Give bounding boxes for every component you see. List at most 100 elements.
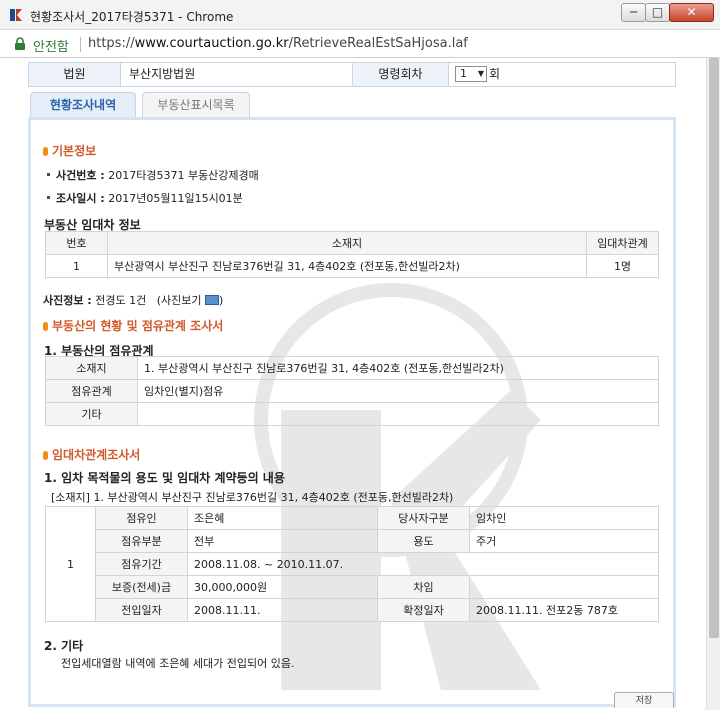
period-label: 점유기간: [95, 552, 188, 576]
row-label-address: 소재지: [45, 356, 138, 380]
case-number-value: 2017타경5371 부동산강제경매: [108, 169, 259, 182]
survey-date-key: 조사일시 :: [56, 192, 105, 205]
etc-text: 전입세대열람 내역에 조은혜 세대가 전입되어 있음.: [61, 657, 295, 670]
secure-label: 안전함: [33, 40, 69, 55]
window-titlebar: 현황조사서_2017타경5371 - Chrome ─ □ ✕: [0, 0, 720, 30]
lease-survey-title: 임대차관계조사서: [43, 446, 140, 463]
col-header-address: 소재지: [107, 231, 587, 255]
url-path: /RetrieveRealEstSaHjosa.laf: [288, 36, 468, 51]
row-label-etc: 기타: [45, 402, 138, 426]
deposit-value: 30,000,000원: [187, 575, 378, 599]
address-divider: [80, 37, 81, 52]
lease-location: [소재지] 1. 부산광역시 부산진구 진남로376번길 31, 4층402호 …: [51, 491, 454, 504]
page-content: 법원 부산지방법원 명령회차 1 ▼ 회 현황조사내역 부동산표시목록 기본정보 …: [0, 58, 720, 710]
window-title: 현황조사서_2017타경5371 - Chrome: [30, 10, 234, 24]
bullet-icon: [47, 196, 50, 199]
bullet-icon: [47, 173, 50, 176]
survey-date-value: 2017년05월11일15시01분: [108, 192, 243, 205]
use-value: 주거: [469, 529, 659, 553]
etc-subhead: 2. 기타: [44, 639, 84, 653]
status-section-title: 부동산의 현황 및 점유관계 조사서: [43, 317, 223, 334]
table-row: 기타: [45, 402, 659, 426]
case-number-line: 사건번호 : 2017타경5371 부동산강제경매: [47, 167, 259, 183]
close-button[interactable]: ✕: [669, 3, 714, 22]
url-text[interactable]: https://www.courtauction.go.kr/RetrieveR…: [88, 36, 468, 51]
occupant-label: 점유인: [95, 506, 188, 530]
table-row: 보증(전세)금 30,000,000원 차임: [46, 575, 659, 599]
scrollbar[interactable]: [706, 58, 720, 710]
minimize-button[interactable]: ─: [621, 3, 646, 22]
order-label: 명령회차: [352, 63, 449, 86]
rent-value: [469, 575, 659, 599]
row-label-occupancy: 점유관계: [45, 379, 138, 403]
occupant-value: 조은혜: [187, 506, 378, 530]
url-scheme: https://: [88, 36, 135, 51]
use-label: 용도: [377, 529, 470, 553]
table-row: 점유관계 임차인(별지)점유: [45, 379, 659, 403]
row-value-etc: [137, 402, 659, 426]
table-row: 점유기간 2008.11.08. ~ 2010.11.07.: [46, 552, 659, 576]
court-value: 부산지방법원: [129, 67, 196, 81]
party-value: 임차인: [469, 506, 659, 530]
deposit-label: 보증(전세)금: [95, 575, 188, 599]
photo-info-key: 사진정보 :: [43, 294, 92, 307]
tab-property-list[interactable]: 부동산표시목록: [142, 92, 250, 117]
address-bar[interactable]: 안전함 https://www.courtauction.go.kr/Retri…: [0, 30, 720, 58]
survey-date-line: 조사일시 : 2017년05월11일15시01분: [47, 190, 243, 206]
basic-info-title: 기본정보: [43, 142, 96, 159]
table-row: 1 부산광역시 부산진구 진남로376번길 31, 4층402호 (전포동,한선…: [45, 254, 659, 278]
col-header-no: 번호: [45, 231, 108, 255]
scrollbar-thumb[interactable]: [709, 58, 719, 638]
save-button[interactable]: 저장: [614, 692, 674, 708]
lease-info-table: 번호 소재지 임대차관계 1 부산광역시 부산진구 진남로376번길 31, 4…: [45, 231, 659, 278]
photo-view-link-text: (사진보기: [156, 294, 202, 307]
basic-info-title-text: 기본정보: [52, 144, 97, 158]
header-table: 법원 부산지방법원 명령회차 1 ▼ 회: [28, 62, 676, 87]
period-value: 2008.11.08. ~ 2010.11.07.: [187, 552, 659, 576]
cell-address: 부산광역시 부산진구 진남로376번길 31, 4층402호 (전포동,한선빌라…: [107, 254, 587, 278]
movein-label: 전입일자: [95, 598, 188, 622]
photo-view-icon[interactable]: [204, 295, 219, 305]
row-value-occupancy: 임차인(별지)점유: [137, 379, 659, 403]
lease-contract-subhead: 1. 임차 목적물의 용도 및 임대차 계약등의 내용: [44, 471, 285, 485]
fixed-date-value: 2008.11.11. 전포2동 787호: [469, 598, 659, 622]
orange-bullet-icon: [43, 451, 48, 460]
court-label: 법원: [29, 63, 121, 86]
orange-bullet-icon: [43, 147, 48, 156]
part-value: 전부: [187, 529, 378, 553]
photo-info-value: 전경도 1건: [95, 294, 147, 307]
order-select[interactable]: 1 ▼: [455, 66, 487, 82]
url-host: www.courtauction.go.kr: [134, 36, 289, 51]
fixed-date-label: 확정일자: [377, 598, 470, 622]
status-section-title-text: 부동산의 현황 및 점유관계 조사서: [52, 319, 224, 333]
cell-no: 1: [45, 254, 108, 278]
photo-info-line: 사진정보 : 전경도 1건 (사진보기 ): [43, 292, 223, 308]
order-unit: 회: [489, 67, 501, 81]
lease-survey-title-text: 임대차관계조사서: [52, 448, 141, 462]
order-select-value: 1: [460, 67, 467, 80]
movein-value: 2008.11.11.: [187, 598, 378, 622]
row-value-address: 1. 부산광역시 부산진구 진남로376번길 31, 4층402호 (전포동,한…: [137, 356, 659, 380]
photo-view-link[interactable]: (사진보기 ): [157, 294, 224, 307]
photo-view-link-end: ): [218, 294, 224, 307]
court-logo-icon: [10, 9, 22, 21]
occupancy-table: 소재지 1. 부산광역시 부산진구 진남로376번길 31, 4층402호 (전…: [45, 356, 659, 426]
table-row: 전입일자 2008.11.11. 확정일자 2008.11.11. 전포2동 7…: [46, 598, 659, 622]
lease-row-no: 1: [45, 506, 96, 622]
cell-relation: 1명: [586, 254, 659, 278]
part-label: 점유부분: [95, 529, 188, 553]
table-row: 1 점유인 조은혜 당사자구분 임차인: [45, 506, 659, 622]
content-panel: 기본정보 사건번호 : 2017타경5371 부동산강제경매 조사일시 : 20…: [28, 117, 676, 707]
dropdown-arrow-icon: ▼: [477, 69, 484, 78]
table-row: 점유부분 전부 용도 주거: [46, 529, 659, 553]
maximize-button[interactable]: □: [645, 3, 670, 22]
orange-bullet-icon: [43, 322, 48, 331]
lease-contract-table: 1 점유인 조은혜 당사자구분 임차인 점유부분 전부 용도 주거 점유기간 2…: [45, 506, 659, 622]
lock-icon: [15, 37, 25, 50]
rent-label: 차임: [377, 575, 470, 599]
tab-survey-details[interactable]: 현황조사내역: [30, 92, 136, 117]
case-number-key: 사건번호 :: [56, 169, 105, 182]
party-label: 당사자구분: [377, 506, 470, 530]
table-row: 소재지 1. 부산광역시 부산진구 진남로376번길 31, 4층402호 (전…: [45, 356, 659, 380]
col-header-relation: 임대차관계: [586, 231, 659, 255]
